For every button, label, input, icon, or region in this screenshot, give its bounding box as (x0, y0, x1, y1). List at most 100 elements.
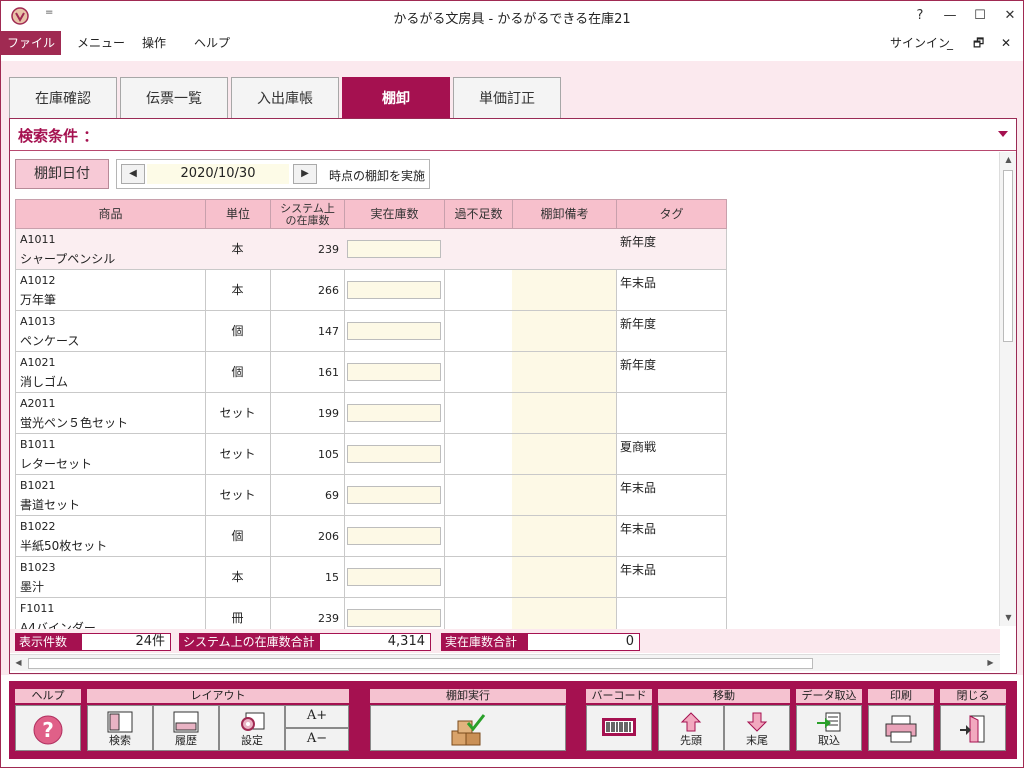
tag-text: 年末品 (620, 563, 657, 577)
cell-note[interactable] (512, 393, 617, 434)
system-total-label: システム上の在庫数合計 (179, 633, 319, 651)
actual-stock-input[interactable] (347, 404, 441, 422)
vertical-scroll-thumb[interactable] (1003, 170, 1013, 342)
close-form-button[interactable] (940, 705, 1006, 751)
menu-file[interactable]: ファイル (1, 31, 61, 55)
unit-text: セット (219, 488, 256, 502)
move-first-button[interactable]: 先頭 (658, 705, 724, 751)
search-conditions-header[interactable]: 検索条件 ： (10, 119, 1016, 151)
table-row[interactable]: B1022 半紙50枚セット 個 206 年末品 (15, 516, 727, 557)
tab-slip-list[interactable]: 伝票一覧 (120, 77, 228, 119)
actual-stock-input[interactable] (347, 363, 441, 381)
cell-note[interactable] (512, 434, 617, 475)
unit-text: セット (219, 406, 256, 420)
cell-note[interactable] (512, 557, 617, 598)
actual-stock-input[interactable] (347, 445, 441, 463)
cell-tag: 夏商戦 (616, 434, 727, 475)
cell-diff (444, 475, 513, 516)
execute-inventory-button[interactable] (370, 705, 566, 751)
table-row[interactable]: B1011 レターセット セット 105 夏商戦 (15, 434, 727, 475)
gear-icon (241, 712, 265, 731)
cell-note[interactable] (512, 598, 617, 629)
font-up-button[interactable]: A+ (285, 705, 349, 728)
tab-price-correction[interactable]: 単価訂正 (453, 77, 561, 119)
actual-stock-input[interactable] (347, 486, 441, 504)
actual-stock-input[interactable] (347, 609, 441, 627)
system-stock-value: 266 (318, 284, 339, 297)
restore-icon[interactable]: 🗗 (973, 31, 984, 55)
tab-inout-ledger[interactable]: 入出庫帳 (231, 77, 339, 119)
cell-actual-stock (344, 434, 445, 475)
actual-stock-input[interactable] (347, 527, 441, 545)
print-button[interactable] (868, 705, 934, 751)
tab-stock-check[interactable]: 在庫確認 (9, 77, 117, 119)
actual-stock-input[interactable] (347, 568, 441, 586)
product-name: レターセット (20, 457, 93, 471)
layout-history-button[interactable]: 履歴 (153, 705, 219, 751)
cell-actual-stock (344, 393, 445, 434)
scroll-left-icon[interactable]: ◀ (10, 655, 27, 671)
scroll-right-icon[interactable]: ▶ (982, 655, 999, 671)
horizontal-scrollbar[interactable]: ◀ ▶ (10, 654, 1000, 671)
product-name: 蛍光ペン５色セット (20, 416, 129, 430)
maximize-button[interactable]: ☐ (965, 1, 995, 31)
layout-search-button[interactable]: 検索 (87, 705, 153, 751)
date-next-button[interactable]: ▶ (293, 164, 317, 184)
table-row[interactable]: A1012 万年筆 本 266 年末品 (15, 270, 727, 311)
date-prev-button[interactable]: ◀ (121, 164, 145, 184)
product-name: ペンケース (20, 334, 80, 348)
menu-operation[interactable]: 操作 (142, 31, 166, 55)
tab-inventory[interactable]: 棚卸 (342, 77, 450, 119)
scroll-down-icon[interactable]: ▼ (1000, 610, 1017, 626)
menu-menu[interactable]: メニュー (77, 31, 125, 55)
actual-stock-input[interactable] (347, 240, 441, 258)
table-row[interactable]: A1011 シャープペンシル 本 239 新年度 (15, 229, 727, 270)
cell-tag: 年末品 (616, 475, 727, 516)
layout-settings-label: 設定 (241, 734, 263, 747)
product-name: A4バインダー (20, 621, 96, 629)
close-button[interactable]: ✕ (995, 1, 1023, 31)
cell-note[interactable] (512, 352, 617, 393)
minimize-button[interactable]: — (935, 1, 965, 31)
menu-help[interactable]: ヘルプ (194, 31, 230, 55)
svg-text:?: ? (42, 718, 54, 742)
product-code: B1011 (20, 438, 56, 451)
help-icon[interactable]: ? (905, 1, 935, 31)
layout-settings-button[interactable]: 設定 (219, 705, 285, 751)
cell-product: A2011 蛍光ペン５色セット (15, 393, 206, 434)
font-down-button[interactable]: A− (285, 728, 349, 751)
table-row[interactable]: F1011 A4バインダー 冊 239 (15, 598, 727, 629)
actual-stock-input[interactable] (347, 322, 441, 340)
table-row[interactable]: A1013 ペンケース 個 147 新年度 (15, 311, 727, 352)
chevron-down-icon[interactable] (998, 131, 1008, 137)
system-stock-value: 147 (318, 325, 339, 338)
move-last-button[interactable]: 末尾 (724, 705, 790, 751)
date-input[interactable]: 2020/10/30 (147, 164, 289, 184)
table-row[interactable]: B1021 書道セット セット 69 年末品 (15, 475, 727, 516)
table-row[interactable]: A1021 消しゴム 個 161 新年度 (15, 352, 727, 393)
col-note: 棚卸備考 (512, 199, 617, 229)
cell-note[interactable] (512, 229, 617, 270)
doc-close-icon[interactable]: ✕ (1001, 31, 1011, 55)
barcode-button[interactable] (586, 705, 652, 751)
cell-note[interactable] (512, 270, 617, 311)
signin-link[interactable]: サインイン (890, 31, 950, 55)
table-row[interactable]: B1023 墨汁 本 15 年末品 (15, 557, 727, 598)
import-button[interactable]: 取込 (796, 705, 862, 751)
vertical-scrollbar[interactable]: ▲ ▼ (999, 152, 1016, 626)
actual-stock-input[interactable] (347, 281, 441, 299)
cell-note[interactable] (512, 311, 617, 352)
help-button[interactable]: ? (15, 705, 81, 751)
unit-text: 本 (231, 283, 244, 297)
ribbon-minimize-icon[interactable]: _ (947, 31, 953, 55)
move-group-label: 移動 (658, 689, 790, 703)
scroll-up-icon[interactable]: ▲ (1000, 152, 1017, 168)
horizontal-scroll-thumb[interactable] (28, 658, 813, 669)
cell-actual-stock (344, 516, 445, 557)
cell-note[interactable] (512, 475, 617, 516)
table-row[interactable]: A2011 蛍光ペン５色セット セット 199 (15, 393, 727, 434)
unit-text: 本 (231, 242, 244, 256)
move-first-label: 先頭 (680, 734, 702, 747)
cell-note[interactable] (512, 516, 617, 557)
close-group: 閉じる (940, 689, 1006, 753)
